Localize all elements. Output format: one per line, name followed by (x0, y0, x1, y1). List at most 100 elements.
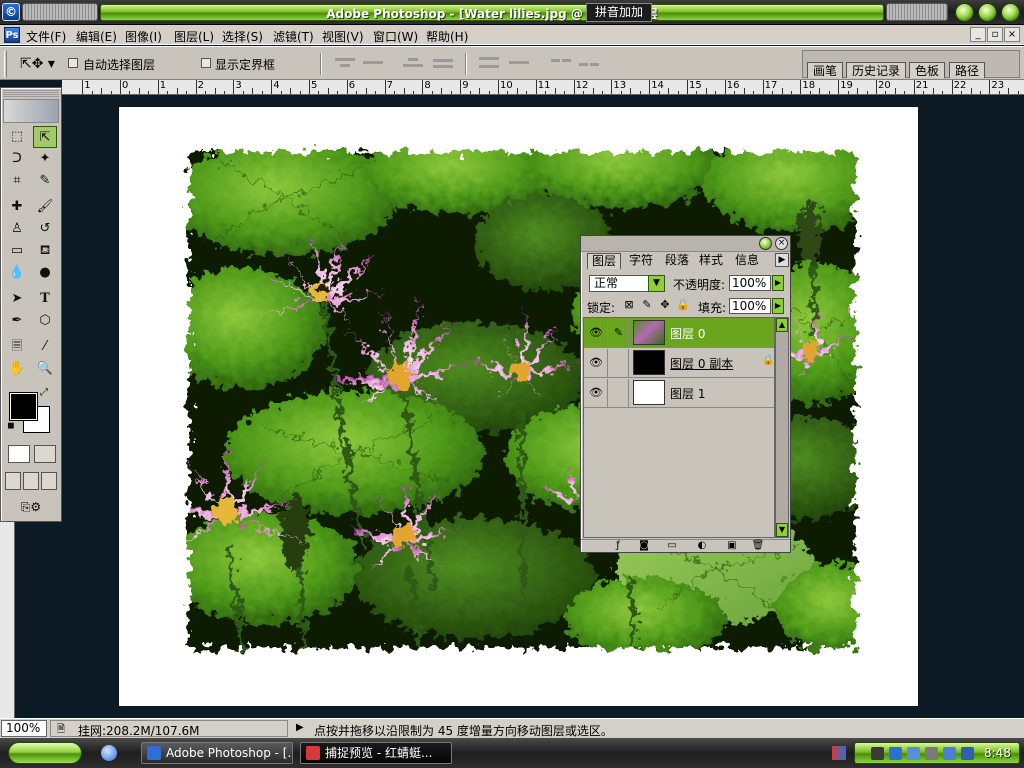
blend-mode-dropdown-icon[interactable]: ▼ (648, 275, 665, 292)
standard-mode-button[interactable] (8, 445, 30, 463)
delete-layer-icon[interactable]: 🗑 (751, 540, 765, 552)
menu-edit[interactable]: 编辑(E) (76, 28, 117, 45)
camera-tray-icon[interactable] (871, 747, 884, 760)
doc-close-button[interactable]: × (1004, 27, 1020, 42)
healing-brush-tool-icon[interactable]: ✚ (5, 196, 29, 218)
options-grip[interactable] (4, 51, 7, 77)
screen-mode-fullmenu-button[interactable] (23, 472, 39, 490)
scroll-up-button[interactable]: ▲ (776, 318, 788, 332)
move-tool-icon[interactable]: ⇱ (33, 126, 57, 148)
new-layer-set-icon[interactable]: ▭ (665, 540, 679, 552)
shape-tool-icon[interactable]: ⬡ (33, 310, 57, 332)
layer-link-slot[interactable] (609, 379, 629, 407)
adjustment-layer-icon[interactable]: ◐ (695, 540, 709, 552)
layer-name[interactable]: 图层 1 (670, 385, 705, 402)
language-icon[interactable] (832, 746, 846, 760)
pen-tool-icon[interactable]: ✒ (5, 310, 29, 332)
menu-image[interactable]: 图像(I) (125, 28, 162, 45)
zoom-tool-icon[interactable]: 🔍 (33, 358, 57, 380)
show-bounding-box-checkbox[interactable] (201, 58, 211, 68)
tab-paragraph[interactable]: 段落 (661, 253, 693, 269)
layer-row[interactable]: 👁 ✎ 图层 0 (584, 318, 774, 348)
adobe-eye-logo-icon[interactable] (3, 99, 59, 123)
lock-position-icon[interactable]: ✥ (658, 298, 672, 312)
auto-select-layer-checkbox[interactable] (68, 58, 78, 68)
align-vcenter-icon[interactable] (360, 57, 386, 69)
distribute-vcenter-icon[interactable] (506, 57, 532, 69)
quick-mask-mode-button[interactable] (34, 445, 56, 463)
tab-character[interactable]: 字符 (625, 253, 657, 269)
menu-help[interactable]: 帮助(H) (426, 28, 468, 45)
layer-link-slot[interactable] (609, 349, 629, 377)
opacity-slider-button[interactable]: ▶ (772, 275, 784, 291)
opacity-field[interactable]: 100% (729, 275, 771, 291)
align-top-icon[interactable] (332, 57, 358, 69)
menu-select[interactable]: 选择(S) (222, 28, 263, 45)
ie-quicklaunch-icon[interactable] (101, 745, 117, 761)
horizontal-ruler[interactable]: 1 0 1 2 3 4 5 6 7 8 9 10 11 12 13 14 15 16 17 18 19 20 21 22 23 (62, 80, 1024, 95)
taskbar-item-capture[interactable]: 捕捉预览 - 红蜻蜓... (300, 742, 452, 764)
dodge-tool-icon[interactable]: ● (33, 262, 57, 284)
media-tray-icon[interactable] (907, 747, 920, 760)
menu-window[interactable]: 窗口(W) (373, 28, 418, 45)
fill-slider-button[interactable]: ▶ (772, 298, 784, 314)
path-selection-tool-icon[interactable]: ➤ (5, 288, 29, 310)
align-bottom-icon[interactable] (400, 57, 426, 69)
layer-row[interactable]: 👁 图层 0 副本 🔒 (584, 348, 774, 378)
maximize-button[interactable] (978, 3, 997, 22)
tab-brushes[interactable]: 画笔 (807, 62, 844, 78)
fill-field[interactable]: 100% (729, 298, 771, 314)
tab-swatches[interactable]: 色板 (909, 62, 946, 78)
minimize-button[interactable] (955, 3, 974, 22)
tab-styles[interactable]: 样式 (695, 253, 727, 269)
volume-tray-icon[interactable] (961, 747, 974, 760)
tab-paths[interactable]: 路径 (949, 62, 986, 78)
visibility-eye-icon[interactable]: 👁 (585, 349, 608, 377)
screen-mode-standard-button[interactable] (5, 472, 21, 490)
swap-colors-icon[interactable]: ⤢ (37, 386, 51, 400)
document-menu-icon[interactable]: Ps (4, 27, 20, 43)
ime-indicator[interactable]: 拼音加加 (586, 3, 652, 22)
tab-info[interactable]: 信息 (731, 253, 763, 269)
slice-tool-icon[interactable]: ✎ (33, 170, 57, 192)
display-tray-icon[interactable] (925, 747, 938, 760)
palette-close-button[interactable]: × (775, 237, 788, 250)
scroll-down-button[interactable]: ▼ (776, 523, 788, 537)
visibility-eye-icon[interactable]: 👁 (585, 319, 608, 347)
move-tool-preset-icon[interactable]: ⇱✥ ▾ (20, 56, 55, 72)
type-tool-icon[interactable]: T (33, 288, 57, 310)
doc-minimize-button[interactable]: _ (970, 27, 986, 42)
align-left-icon[interactable] (430, 57, 456, 69)
brush-tool-icon[interactable]: 🖌 (33, 196, 57, 218)
layer-row[interactable]: 👁 图层 1 (584, 378, 774, 408)
tab-history[interactable]: 历史记录 (846, 62, 907, 78)
clone-stamp-tool-icon[interactable]: ♙ (5, 218, 29, 240)
paint-bucket-tool-icon[interactable]: ⛾ (33, 240, 57, 262)
eyedropper-tool-icon[interactable]: ⁄ (33, 336, 57, 358)
menu-filter[interactable]: 滤镜(T) (273, 28, 314, 45)
lock-image-icon[interactable]: ✎ (640, 298, 654, 312)
layer-mask-icon[interactable]: ◙ (637, 540, 651, 552)
marquee-tool-icon[interactable]: ⬚ (5, 126, 29, 148)
layer-brush-icon[interactable]: ✎ (609, 319, 629, 347)
crop-tool-icon[interactable]: ⌗ (5, 170, 29, 192)
distribute-left-icon[interactable] (548, 57, 574, 69)
layers-palette-titlebar[interactable]: × (581, 236, 790, 252)
default-colors-icon[interactable]: ◼ (5, 420, 17, 432)
distribute-right-icon[interactable] (576, 57, 602, 69)
keyboard-tray-icon[interactable] (943, 747, 956, 760)
start-button[interactable] (8, 742, 82, 764)
toolbox-titlebar[interactable] (3, 90, 59, 98)
eraser-tool-icon[interactable]: ▭ (5, 240, 29, 262)
lock-all-icon[interactable]: 🔒 (676, 298, 690, 312)
close-button[interactable] (1001, 3, 1020, 22)
doc-restore-button[interactable]: ▫ (987, 27, 1003, 42)
blur-tool-icon[interactable]: 💧 (5, 262, 29, 284)
distribute-top-icon[interactable] (476, 57, 502, 69)
new-layer-icon[interactable]: ▣ (725, 540, 739, 552)
magic-wand-tool-icon[interactable]: ✦ (33, 148, 57, 170)
taskbar-item-photoshop[interactable]: Adobe Photoshop - [... (141, 742, 293, 764)
notes-tool-icon[interactable]: 🗏 (5, 336, 29, 358)
lasso-tool-icon[interactable]: ᑐ (5, 148, 29, 170)
layer-style-icon[interactable]: ƒ (611, 540, 625, 552)
